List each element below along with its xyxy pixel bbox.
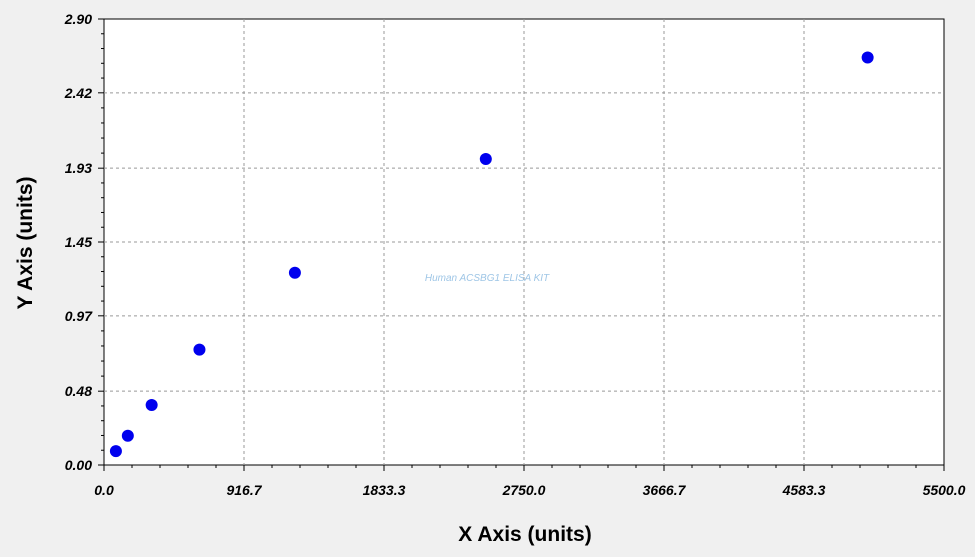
data-point (288, 266, 301, 279)
x-tick-label: 916.7 (226, 482, 262, 498)
x-tick-label: 1833.3 (363, 482, 406, 498)
y-tick-label: 1.45 (65, 234, 92, 250)
x-tick-labels: 0.0 916.7 1833.3 2750.0 3666.7 4583.3 5500.0 (94, 482, 965, 498)
y-tick-labels: 0.00 0.48 0.97 1.45 1.93 2.42 2.90 (64, 11, 93, 473)
x-tick-label: 5500.0 (923, 482, 966, 498)
x-axis-title: X Axis (units) (458, 523, 591, 546)
x-tick-label: 4583.3 (782, 482, 826, 498)
x-tick-label: 0.0 (94, 482, 114, 498)
y-axis-title: Y Axis (units) (14, 176, 37, 309)
data-point (145, 399, 158, 412)
data-point (109, 445, 122, 458)
y-tick-label: 1.93 (65, 160, 92, 176)
y-tick-label: 0.00 (65, 457, 92, 473)
data-point (193, 343, 206, 356)
x-tick-label: 3666.7 (643, 482, 687, 498)
y-tick-label: 0.97 (65, 308, 93, 324)
x-tick-label: 2750.0 (502, 482, 546, 498)
data-point (121, 429, 134, 442)
scatter-chart: 0.0 916.7 1833.3 2750.0 3666.7 4583.3 5500.0 0… (14, 11, 966, 546)
watermark-annotation: Human ACSBG1 ELISA KIT (425, 273, 550, 284)
data-point (479, 152, 492, 165)
y-tick-label: 0.48 (65, 383, 92, 399)
y-tick-label: 2.90 (64, 11, 92, 27)
data-point (861, 51, 874, 64)
y-tick-label: 2.42 (64, 85, 92, 101)
